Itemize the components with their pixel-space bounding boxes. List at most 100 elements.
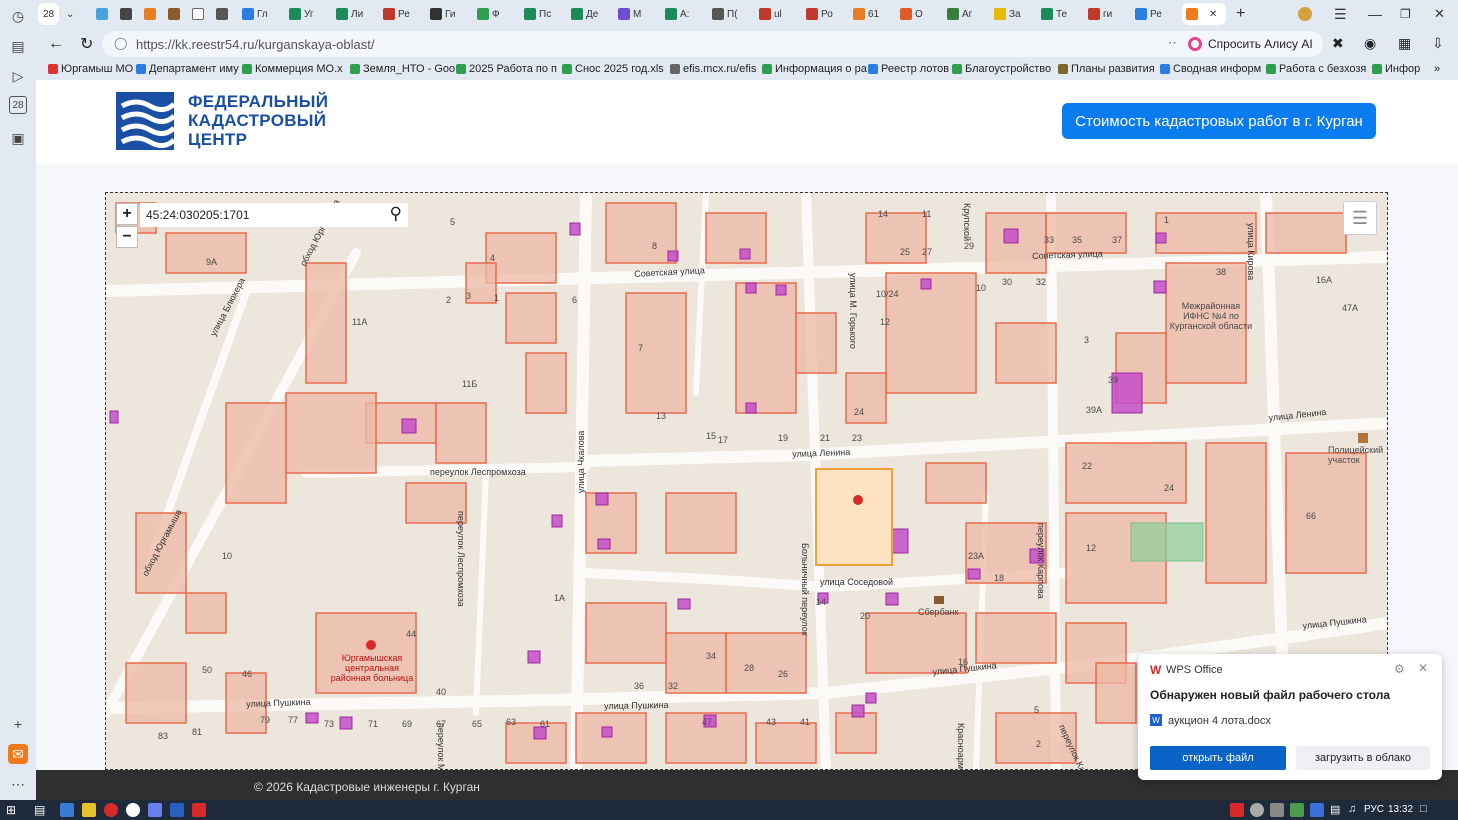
mail-icon[interactable]: ✉	[8, 744, 28, 764]
land-parcel[interactable]	[995, 322, 1057, 384]
tab-17[interactable]: За	[994, 3, 1021, 25]
cadastral-price-button[interactable]: Стоимость кадастровых работ в г. Курган	[1062, 103, 1376, 139]
tab-13[interactable]: Ро	[806, 3, 833, 25]
tab-16[interactable]: Аг	[947, 3, 972, 25]
highlighted-parcel[interactable]	[305, 712, 319, 724]
tab-2[interactable]: Уг	[289, 3, 314, 25]
toast-close-icon[interactable]: ✕	[1418, 661, 1428, 675]
land-parcel[interactable]	[835, 712, 877, 754]
bookmark-item[interactable]: Планы развития	[1058, 63, 1155, 75]
zoom-in-button[interactable]: +	[116, 203, 138, 225]
tab-pinned-5[interactable]	[192, 3, 204, 25]
land-parcel[interactable]	[795, 312, 837, 374]
taskbar-opera-icon[interactable]	[104, 803, 118, 817]
close-window-icon[interactable]: ✕	[1434, 3, 1445, 25]
land-parcel[interactable]	[755, 722, 817, 764]
land-parcel[interactable]	[705, 212, 767, 264]
reader-icon[interactable]: ▦	[1398, 35, 1411, 52]
bookmark-item[interactable]: Благоустройство	[952, 63, 1051, 75]
extensions-icon[interactable]: ✖	[1332, 35, 1344, 52]
bookmark-item[interactable]: Инфор	[1372, 63, 1420, 75]
tab-20[interactable]: Ре	[1135, 3, 1162, 25]
land-parcel[interactable]	[1155, 212, 1257, 254]
land-parcel[interactable]	[625, 292, 687, 414]
highlighted-parcel[interactable]	[601, 726, 613, 738]
land-parcel[interactable]	[225, 402, 287, 504]
tab-3[interactable]: Ли	[336, 3, 363, 25]
menu-icon[interactable]: ☰	[1334, 3, 1347, 25]
screenshot-icon[interactable]: ▣	[8, 128, 28, 148]
land-parcel[interactable]	[575, 712, 647, 764]
restore-icon[interactable]: ❐	[1400, 3, 1411, 25]
land-parcel[interactable]	[735, 282, 797, 414]
volume-icon[interactable]: ♫	[1348, 803, 1362, 817]
land-parcel[interactable]	[435, 402, 487, 464]
cadastral-search-input[interactable]: 45:24:030205:1701 ⚲	[140, 203, 408, 227]
highlighted-parcel[interactable]	[527, 650, 541, 664]
logo-text[interactable]: ФЕДЕРАЛЬНЫЙ КАДАСТРОВЫЙ ЦЕНТР	[188, 92, 328, 149]
land-parcel[interactable]	[185, 592, 227, 634]
bookmarks-overflow-icon[interactable]: »	[1434, 63, 1440, 75]
close-icon[interactable]: ✕	[1209, 9, 1217, 20]
upload-cloud-button[interactable]: загрузить в облако	[1296, 746, 1430, 770]
address-bar[interactable]: ◯ https://kk.reestr54.ru/kurganskaya-obl…	[102, 31, 1212, 57]
bookmark-item[interactable]: Сводная информ	[1160, 63, 1261, 75]
highlighted-parcel[interactable]	[1003, 228, 1019, 244]
land-parcel[interactable]	[975, 612, 1057, 664]
vpn-icon[interactable]: ◉	[1364, 35, 1376, 52]
reload-icon[interactable]: ↻	[80, 34, 93, 54]
land-parcel[interactable]	[165, 232, 247, 274]
back-icon[interactable]: ←	[48, 35, 64, 53]
hospital-marker-icon-2[interactable]	[366, 640, 376, 650]
land-parcel[interactable]	[665, 492, 737, 554]
bookmark-item[interactable]: Коммерция МО.x	[242, 63, 343, 75]
tab-9[interactable]: М	[618, 3, 641, 25]
tab-10[interactable]: А:	[665, 3, 689, 25]
tab-14[interactable]: 61	[853, 3, 879, 25]
land-parcel[interactable]	[725, 632, 807, 694]
highlighted-parcel[interactable]	[595, 492, 609, 506]
tab-4[interactable]: Ре	[383, 3, 410, 25]
bell-icon[interactable]: ⚙	[1394, 662, 1405, 676]
highlighted-parcel[interactable]	[745, 282, 757, 294]
highlighted-parcel[interactable]	[569, 222, 581, 236]
police-marker-icon[interactable]	[1358, 433, 1368, 443]
highlighted-parcel[interactable]	[339, 716, 353, 730]
taskbar-yandex-icon[interactable]	[148, 803, 162, 817]
clock[interactable]: 13:32	[1388, 804, 1413, 815]
bookmark-item[interactable]: Снос 2025 год.xls	[562, 63, 664, 75]
poi-sberbank[interactable]: Сбербанк	[918, 607, 958, 617]
selected-parcel[interactable]	[815, 468, 893, 566]
tab-1[interactable]: Гл	[242, 3, 268, 25]
highlighted-parcel[interactable]	[1155, 232, 1167, 244]
highlighted-parcel[interactable]	[920, 278, 932, 290]
tab-5[interactable]: Ги	[430, 3, 455, 25]
taskbar-browser-icon[interactable]	[126, 803, 140, 817]
poi-tax-office[interactable]: Межрайонная ИФНС №4 по Курганской област…	[1168, 301, 1254, 331]
highlighted-parcel[interactable]	[967, 568, 981, 580]
bookmark-item[interactable]: Департамент иму	[136, 63, 239, 75]
tab-pinned-6[interactable]	[216, 3, 228, 25]
open-file-button[interactable]: открыть файл	[1150, 746, 1286, 770]
layers-button[interactable]: ☰	[1343, 201, 1377, 235]
highlighted-parcel[interactable]	[1153, 280, 1167, 294]
tab-list-chevron-icon[interactable]: ⌄	[66, 3, 74, 25]
notifications-icon[interactable]: □	[1420, 803, 1434, 817]
taskbar-wps-icon[interactable]	[192, 803, 206, 817]
land-parcel[interactable]	[1205, 442, 1267, 584]
task-view-icon[interactable]: ▤	[34, 803, 48, 817]
alice-button[interactable]: Спросить Алису AI	[1178, 31, 1323, 57]
highlighted-parcel[interactable]	[667, 250, 679, 262]
tray-icon-4[interactable]	[1290, 803, 1304, 817]
poi-hospital[interactable]: Юргамышская центральная районная больниц…	[324, 653, 420, 683]
download-icon[interactable]: ⇩	[1432, 35, 1444, 52]
bookmark-item[interactable]: Юргамыш МО	[48, 63, 133, 75]
taskbar-folder-icon[interactable]	[82, 803, 96, 817]
tray-icon-3[interactable]	[1270, 803, 1284, 817]
bookmark-item[interactable]: Информация о ра	[762, 63, 867, 75]
network-icon[interactable]: ▤	[1330, 803, 1344, 817]
land-parcel[interactable]	[305, 262, 347, 384]
land-parcel[interactable]	[525, 352, 567, 414]
tab-11[interactable]: П(	[712, 3, 738, 25]
highlighted-parcel[interactable]	[745, 402, 757, 414]
